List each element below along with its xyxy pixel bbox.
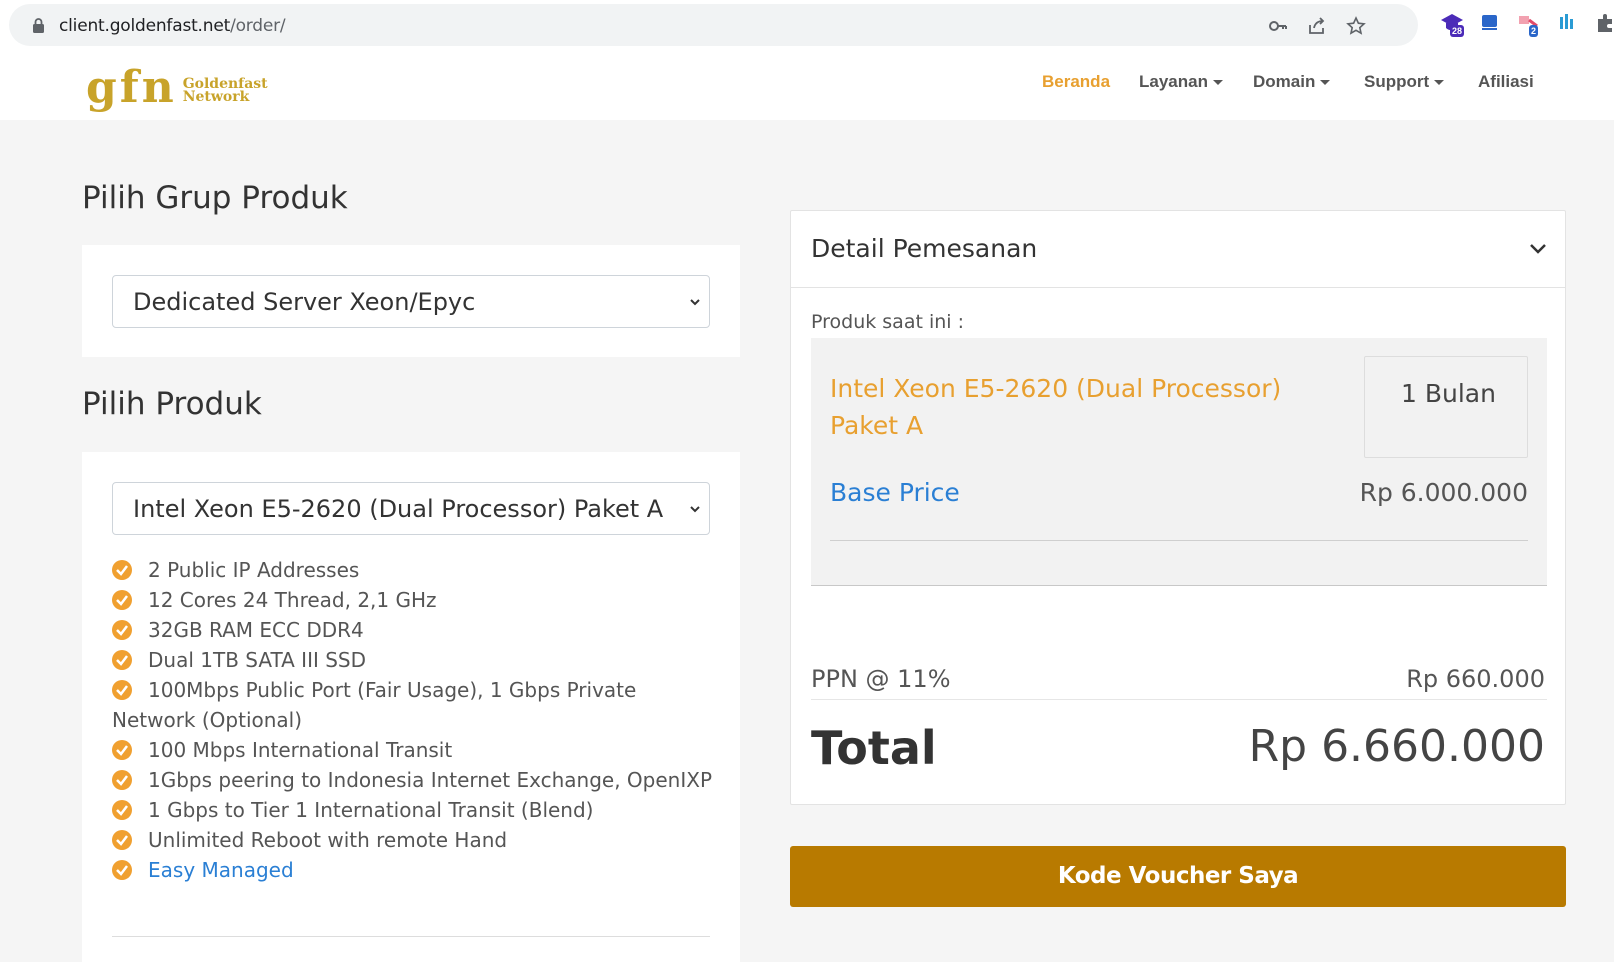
logo-mark: gfn [86,62,177,113]
feature-item: 1Gbps peering to Indonesia Internet Exch… [112,765,712,795]
logo-text: Goldenfast Network [182,76,268,105]
divider [112,936,710,937]
base-price-label: Base Price [830,478,960,507]
product-heading: Pilih Produk [82,386,262,422]
puzzle-icon[interactable] [1594,11,1614,35]
total-label: Total [811,721,937,775]
total-value: Rp 6.660.000 [1248,721,1545,772]
billing-cycle-box: 1 Bulan [1364,356,1528,458]
caret-down-icon [1320,80,1331,86]
address-bar[interactable]: client.goldenfast.net/order/ [9,4,1418,46]
tax-label: PPN @ 11% [811,665,951,693]
check-circle-icon [112,830,132,850]
nav-beranda[interactable]: Beranda [1042,72,1110,92]
feature-item: 2 Public IP Addresses [112,555,712,585]
browser-toolbar: client.goldenfast.net/order/ 28 2 [0,0,1614,50]
check-circle-icon [112,620,132,640]
pink-extension-icon[interactable]: 2 [1517,11,1541,37]
check-circle-icon [112,770,132,790]
nav-layanan[interactable]: Layanan [1139,72,1223,92]
extension-badge: 28 [1450,25,1465,37]
feature-item: 1 Gbps to Tier 1 International Transit (… [112,795,712,825]
feature-item-link[interactable]: Easy Managed [112,855,712,885]
nav-support[interactable]: Support [1364,72,1445,92]
current-product-label: Produk saat ini : [811,311,965,333]
feature-item: 12 Cores 24 Thread, 2,1 GHz [112,585,712,615]
check-circle-icon [112,740,132,760]
caret-down-icon [1212,80,1223,86]
url-text[interactable]: client.goldenfast.net/order/ [59,16,286,36]
group-card: Dedicated Server Xeon/Epyc [82,245,740,357]
check-circle-icon [112,680,132,700]
product-value: Intel Xeon E5-2620 (Dual Processor) Pake… [133,495,664,523]
divider [830,540,1528,541]
feature-item: 100Mbps Public Port (Fair Usage), 1 Gbps… [112,678,637,732]
check-circle-icon [112,560,132,580]
current-product-name: Intel Xeon E5-2620 (Dual Processor) Pake… [830,374,1282,440]
chevron-down-icon [690,299,700,306]
blue-bars-extension-icon[interactable] [1555,11,1579,35]
extension-badge: 2 [1529,25,1539,37]
current-product-box: Intel Xeon E5-2620 (Dual Processor) Pake… [811,338,1547,586]
order-summary-title: Detail Pemesanan [811,234,1038,263]
check-circle-icon [112,800,132,820]
product-group-value: Dedicated Server Xeon/Epyc [133,288,476,316]
nav-domain[interactable]: Domain [1253,72,1331,92]
feature-item: 100 Mbps International Transit [112,735,712,765]
tax-value: Rp 660.000 [1406,665,1545,693]
product-select[interactable]: Intel Xeon E5-2620 (Dual Processor) Pake… [112,482,710,535]
caret-down-icon [1434,80,1445,86]
billing-cycle-value: 1 Bulan [1401,379,1496,408]
lock-icon[interactable] [32,18,45,33]
key-icon[interactable] [1268,16,1288,36]
order-summary-card: Detail Pemesanan Produk saat ini : Intel… [790,210,1566,805]
star-icon[interactable] [1346,16,1366,36]
blue-tag-extension-icon[interactable] [1478,11,1502,35]
feature-item: Unlimited Reboot with remote Hand [112,825,712,855]
check-circle-icon [112,590,132,610]
chevron-down-icon[interactable] [1529,241,1547,255]
feature-list: 2 Public IP Addresses 12 Cores 24 Thread… [112,555,712,885]
base-price-value: Rp 6.000.000 [1359,478,1528,507]
check-circle-icon [112,860,132,880]
goldenfast-logo[interactable]: gfn Goldenfast Network [86,60,268,110]
share-icon[interactable] [1307,16,1327,36]
feature-item: 32GB RAM ECC DDR4 [112,615,712,645]
divider [811,699,1547,700]
nav-afiliasi[interactable]: Afiliasi [1478,72,1534,92]
product-group-select[interactable]: Dedicated Server Xeon/Epyc [112,275,710,328]
order-summary-header[interactable]: Detail Pemesanan [791,211,1565,288]
site-header: gfn Goldenfast Network Beranda Layanan Do… [0,50,1614,120]
group-heading: Pilih Grup Produk [82,180,348,216]
graduation-cap-extension-icon[interactable]: 28 [1440,11,1465,37]
check-circle-icon [112,650,132,670]
voucher-code-button[interactable]: Kode Voucher Saya [790,846,1566,907]
chevron-down-icon [690,506,700,513]
feature-item: Dual 1TB SATA III SSD [112,645,712,675]
